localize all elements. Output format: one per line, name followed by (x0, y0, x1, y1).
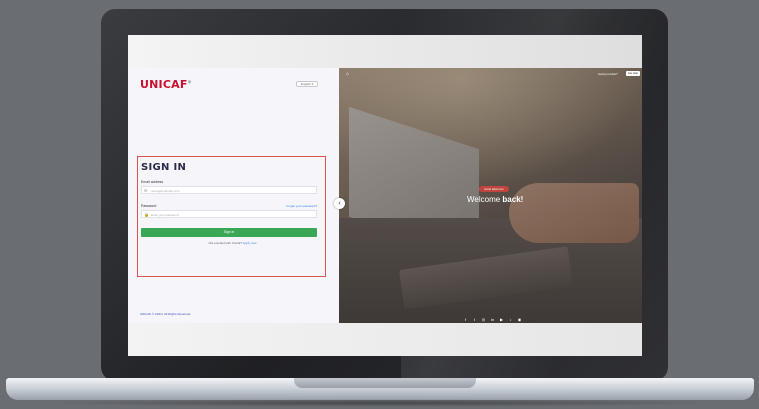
instagram-icon[interactable]: ◎ (481, 317, 486, 322)
laptop-shadow (40, 399, 720, 407)
lock-icon: 🔒 (144, 211, 149, 217)
apply-now-link[interactable]: Apply now (243, 241, 257, 245)
password-label: Password (141, 204, 157, 208)
enrolled-prefix: Not enrolled with Unicaf? (208, 241, 243, 245)
mail-icon: ✉ (144, 187, 148, 193)
laptop-screen: UNICAF® English ▾ SIGN IN Email address … (128, 35, 642, 356)
logo-text: UNICAF (140, 78, 188, 91)
linkedin-icon[interactable]: in (490, 317, 495, 322)
welcome-heading: Welcome back! (467, 195, 523, 204)
home-icon[interactable]: ⌂ (346, 71, 352, 77)
password-placeholder: Enter your password (151, 213, 179, 217)
enrolled-text: Not enrolled with Unicaf? Apply now (138, 241, 327, 245)
get-help-button[interactable]: Get Help (626, 71, 640, 76)
welcome-prefix: Welcome (467, 195, 503, 204)
laptop-mockup-scene: UNICAF® English ▾ SIGN IN Email address … (0, 0, 759, 409)
unicaf-logo: UNICAF® (140, 78, 192, 91)
password-field[interactable]: 🔒 Enter your password (141, 210, 317, 218)
email-label: Email address (141, 180, 164, 184)
twitter-icon[interactable]: t (472, 317, 477, 322)
social-links: f t ◎ in ▶ ♪ ◉ (463, 317, 522, 322)
laptop-base-notch (294, 378, 476, 388)
welcome-bold: back! (502, 195, 524, 204)
signin-form: SIGN IN Email address ✉ name@example.com… (137, 156, 326, 277)
signin-button[interactable]: Sign in (141, 228, 317, 237)
youtube-icon[interactable]: ▶ (499, 317, 504, 322)
trouble-text: Having trouble? (598, 72, 618, 76)
collapse-pane-button[interactable]: ‹ (334, 198, 345, 209)
tiktok-icon[interactable]: ♪ (508, 317, 513, 322)
hero-image-pane: ⌂ Having trouble? Get Help Good afternoo… (339, 68, 642, 323)
screen-bottom-bezel-area (128, 323, 642, 356)
language-select[interactable]: English ▾ (296, 81, 318, 87)
forgot-password-link[interactable]: Forgot your password? (286, 204, 317, 208)
email-field[interactable]: ✉ name@example.com (141, 186, 317, 194)
email-placeholder: name@example.com (151, 189, 180, 193)
greeting-badge: Good afternoon (479, 186, 509, 192)
signin-title: SIGN IN (141, 162, 187, 173)
copyright-text: UNICAF © 2024 | All Rights Reserved. (140, 312, 192, 316)
globe-icon[interactable]: ◉ (517, 317, 522, 322)
logo-registered-mark: ® (187, 79, 192, 85)
facebook-icon[interactable]: f (463, 317, 468, 322)
screen-top-bezel-area (128, 35, 642, 68)
login-pane: UNICAF® English ▾ SIGN IN Email address … (128, 68, 339, 323)
